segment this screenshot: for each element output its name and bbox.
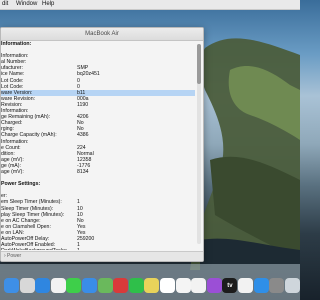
maps-icon[interactable] — [97, 278, 113, 293]
dock: tv — [0, 264, 300, 300]
trash-icon[interactable] — [284, 278, 300, 293]
news-icon[interactable] — [238, 278, 253, 293]
app-store-icon[interactable] — [253, 278, 269, 293]
photos-icon[interactable] — [50, 278, 66, 293]
facetime-icon[interactable] — [128, 278, 144, 293]
finder-icon[interactable] — [4, 278, 19, 293]
launchpad-icon[interactable] — [19, 278, 35, 293]
info-key: DarkWakeBackgroundTasks: — [1, 248, 67, 250]
appletv-icon[interactable]: tv — [222, 278, 238, 293]
breadcrumb-power[interactable]: › Power — [1, 253, 21, 259]
podcasts-icon[interactable] — [206, 278, 222, 293]
reminders-icon[interactable] — [175, 278, 191, 293]
photobooth-icon[interactable] — [113, 278, 129, 293]
breadcrumb: › Power — [1, 251, 203, 261]
notes-icon[interactable] — [144, 278, 160, 293]
info-value: 1 — [77, 248, 80, 250]
music-icon[interactable] — [191, 278, 207, 293]
calendar-icon[interactable] — [160, 278, 175, 293]
system-information-window: MacBook Air Information: Information: al N… — [0, 27, 204, 262]
system-preferences-icon[interactable] — [269, 278, 285, 293]
scrollbar[interactable] — [197, 44, 201, 244]
scrollbar-thumb[interactable] — [197, 44, 201, 84]
power-info-list: Information: Information: al Number: ufactu… — [1, 41, 195, 250]
window-title: MacBook Air — [1, 28, 203, 41]
safari-icon[interactable] — [35, 278, 51, 293]
appletv-label: tv — [227, 282, 233, 289]
messages-icon[interactable] — [66, 278, 82, 293]
mail-icon[interactable] — [82, 278, 97, 293]
info-row[interactable]: DarkWakeBackgroundTasks: 1 — [1, 248, 195, 250]
